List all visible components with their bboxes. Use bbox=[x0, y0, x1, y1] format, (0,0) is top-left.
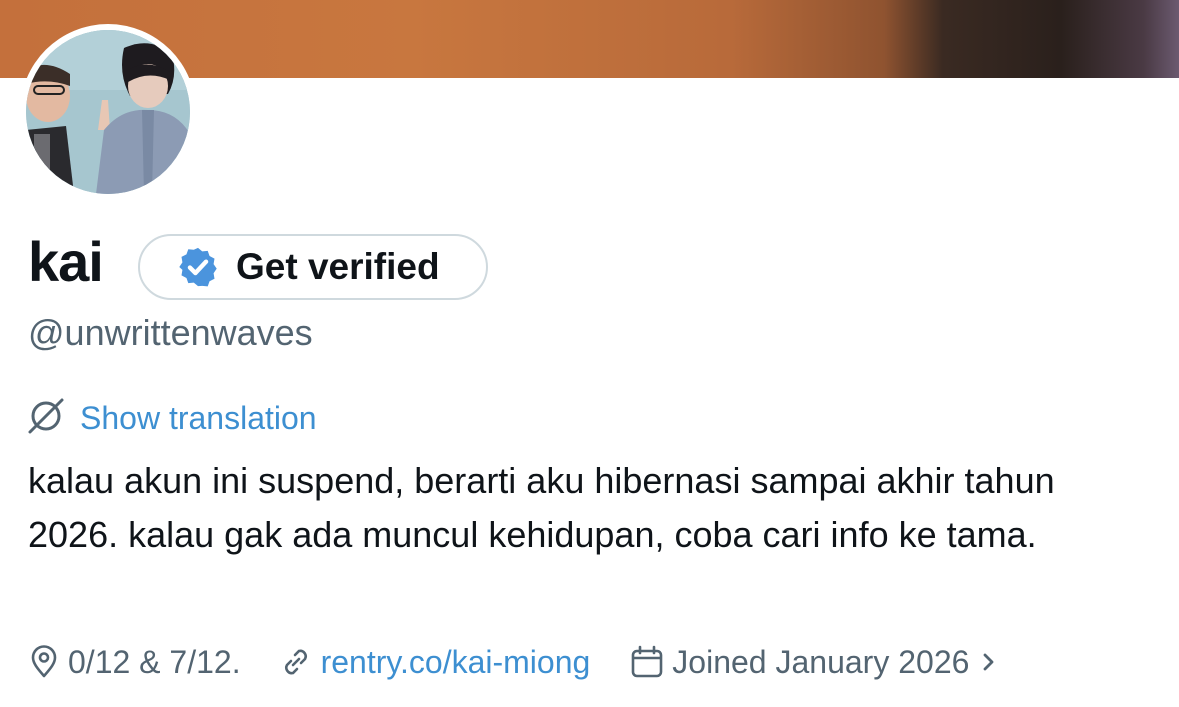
avatar-photo bbox=[26, 30, 190, 194]
chevron-right-icon[interactable] bbox=[977, 647, 1001, 677]
location-pin-icon bbox=[28, 645, 60, 679]
website-item[interactable]: rentry.co/kai-miong bbox=[279, 644, 591, 681]
calendar-icon bbox=[630, 645, 664, 679]
translate-icon bbox=[26, 396, 66, 441]
link-icon bbox=[279, 645, 313, 679]
website-link[interactable]: rentry.co/kai-miong bbox=[321, 644, 591, 681]
profile-bio: kalau akun ini suspend, berarti aku hibe… bbox=[28, 460, 1055, 555]
display-name: kai bbox=[28, 230, 104, 293]
user-handle: @unwrittenwaves bbox=[28, 312, 313, 353]
joined-text: Joined January 2026 bbox=[672, 643, 970, 680]
verified-badge-icon bbox=[176, 245, 220, 289]
show-translation-label: Show translation bbox=[80, 400, 317, 436]
show-translation-link[interactable]: Show translation bbox=[26, 396, 317, 441]
location-text: 0/12 & 7/12. bbox=[68, 643, 241, 680]
avatar[interactable] bbox=[20, 24, 196, 200]
joined-item[interactable]: Joined January 2026 bbox=[630, 644, 1001, 681]
location-item: 0/12 & 7/12. bbox=[28, 644, 241, 681]
profile-meta: 0/12 & 7/12. rentry.co/kai-miong Joined … bbox=[28, 640, 1001, 684]
get-verified-button[interactable]: Get verified bbox=[138, 234, 488, 300]
get-verified-label: Get verified bbox=[236, 246, 440, 287]
